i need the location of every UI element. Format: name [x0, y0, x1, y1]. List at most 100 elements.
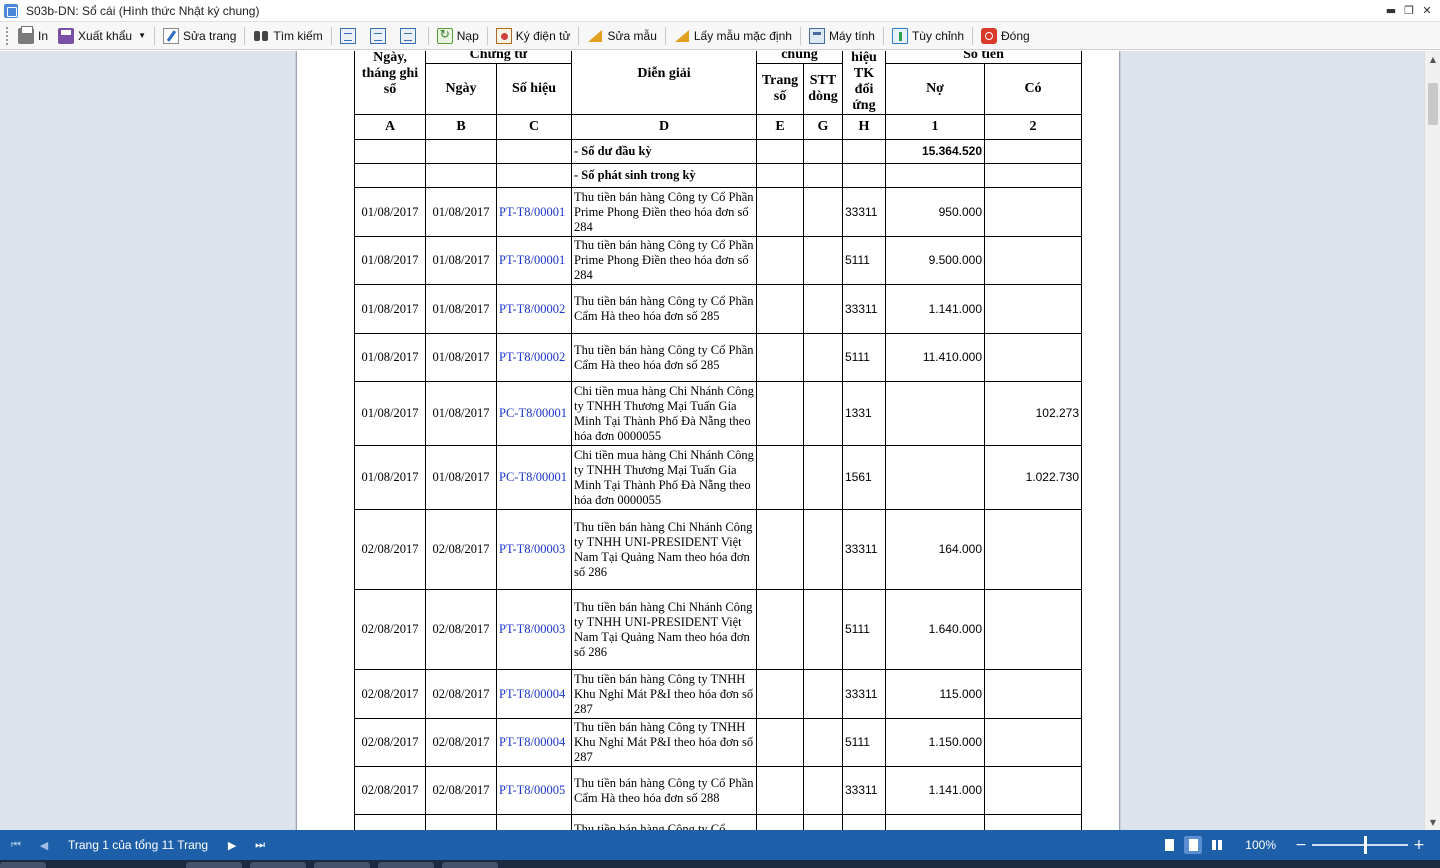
voucher-number-link[interactable]: PT-T8/00003	[496, 509, 572, 590]
taskbar-item[interactable]	[442, 862, 498, 868]
line-number-cell	[803, 509, 843, 590]
posting-date-cell: 01/08/2017	[354, 187, 426, 237]
single-page-button[interactable]	[365, 25, 395, 47]
voucher-number-link[interactable]: PC-T8/00001	[496, 445, 572, 510]
credit-amount-cell	[984, 187, 1082, 237]
contra-account-cell: 5111	[842, 718, 886, 767]
taskbar-item[interactable]	[378, 862, 434, 868]
first-page-icon[interactable]: ⏮	[8, 837, 24, 853]
page-number-cell	[756, 509, 804, 590]
contra-account-header: hiệu TK đối ứng	[842, 51, 886, 115]
line-number-cell	[803, 589, 843, 670]
column-code: 2	[984, 114, 1082, 140]
ledger-row: 02/08/2017 02/08/2017 PT-T8/00005 Thu tiền …	[354, 766, 1082, 815]
voucher-number-link[interactable]: PT-T8/00002	[496, 284, 572, 334]
description-cell: Chi tiền mua hàng Chi Nhánh Công ty TNHH…	[571, 445, 757, 510]
close-label: Đóng	[1001, 28, 1030, 43]
export-button[interactable]: Xuất khẩu ▼	[53, 25, 151, 47]
opening-balance-row: - Số dư đầu kỳ 15.364.520	[354, 139, 1082, 164]
minimize-icon[interactable]: ▬	[1382, 2, 1400, 18]
period-activity-row: - Số phát sinh trong kỳ	[354, 163, 1082, 188]
default-template-label: Lấy mẫu mặc định	[693, 28, 792, 43]
zoom-in-icon[interactable]: +	[1412, 837, 1426, 853]
debit-amount-cell: 1.141.000	[885, 766, 985, 815]
taskbar-item[interactable]	[314, 862, 370, 868]
vertical-scrollbar[interactable]: ▲ ▼	[1424, 51, 1440, 830]
voucher-number-link[interactable]: PT-T8/00002	[496, 333, 572, 382]
taskbar-item[interactable]	[0, 862, 46, 868]
report-viewer[interactable]: Ngày, tháng ghi sổ Chứng từ Diễn giải ch…	[0, 51, 1424, 830]
edit-template-button[interactable]: Sửa mẫu	[582, 25, 661, 47]
calculator-button[interactable]: Máy tính	[804, 25, 880, 47]
line-number-cell	[803, 236, 843, 285]
taskbar-item[interactable]	[186, 862, 242, 868]
voucher-date-cell: 01/08/2017	[425, 284, 497, 334]
zoom-slider[interactable]	[1312, 836, 1408, 854]
search-button[interactable]: Tìm kiếm	[248, 25, 327, 47]
sign-button[interactable]: Ký điện tử	[491, 25, 576, 47]
close-button[interactable]: Đóng	[976, 25, 1035, 47]
previous-page-icon[interactable]: ◀	[36, 837, 52, 853]
toolbar-separator	[578, 26, 580, 45]
scroll-up-icon[interactable]: ▲	[1425, 51, 1440, 67]
last-page-icon[interactable]: ⏭	[252, 837, 268, 853]
credit-amount-cell	[984, 766, 1082, 815]
printer-icon	[18, 25, 34, 44]
digital-sign-icon	[495, 27, 512, 44]
voucher-number-link[interactable]: PT-T8/00004	[496, 669, 572, 719]
contra-account-cell	[842, 814, 886, 830]
description-cell: Thu tiền bán hàng Chi Nhánh Công ty TNHH…	[571, 589, 757, 670]
debit-amount-cell: 1.150.000	[885, 718, 985, 767]
credit-amount-cell	[984, 509, 1082, 590]
ledger-row: 01/08/2017 01/08/2017 PC-T8/00001 Chi tiền …	[354, 381, 1082, 446]
edit-page-button[interactable]: Sửa trang	[158, 25, 241, 47]
contra-account-cell: 33311	[842, 766, 886, 815]
opening-balance-debit: 15.364.520	[885, 139, 985, 164]
load-button[interactable]: Nạp	[432, 25, 484, 47]
voucher-number-link[interactable]: PT-T8/00004	[496, 718, 572, 767]
column-code: D	[571, 114, 757, 140]
single-page-view-icon[interactable]	[1160, 836, 1178, 854]
zoom-slider-knob[interactable]	[1364, 836, 1367, 854]
voucher-number-link[interactable]: PT-T8/00003	[496, 589, 572, 670]
edit-page-label: Sửa trang	[182, 28, 237, 43]
customize-button[interactable]: Tùy chỉnh	[887, 25, 969, 47]
voucher-date-cell: 02/08/2017	[425, 589, 497, 670]
scroll-thumb[interactable]	[1428, 83, 1438, 125]
default-template-button[interactable]: Lấy mẫu mặc định	[669, 25, 797, 47]
voucher-number-link[interactable]	[496, 814, 572, 830]
zoom-out-icon[interactable]: −	[1294, 837, 1308, 853]
multi-page-view-icon[interactable]	[1208, 836, 1226, 854]
contra-account-cell: 33311	[842, 187, 886, 237]
restore-icon[interactable]: ❐	[1400, 2, 1418, 18]
continuous-view-icon[interactable]	[1184, 836, 1203, 854]
page-setup-button[interactable]	[335, 25, 365, 47]
dropdown-arrow-icon[interactable]: ▼	[138, 31, 146, 40]
credit-amount-cell	[984, 718, 1082, 767]
column-code: H	[842, 114, 886, 140]
contra-account-cell: 33311	[842, 669, 886, 719]
page-width-button[interactable]	[395, 25, 425, 47]
scroll-down-icon[interactable]: ▼	[1425, 814, 1440, 830]
toolbar-separator	[882, 26, 884, 45]
posting-date-cell: 01/08/2017	[354, 284, 426, 334]
close-icon[interactable]: ✕	[1418, 2, 1436, 18]
voucher-number-link[interactable]: PT-T8/00005	[496, 766, 572, 815]
column-code: C	[496, 114, 572, 140]
default-template-icon	[674, 28, 690, 44]
voucher-number-link[interactable]: PC-T8/00001	[496, 381, 572, 446]
posting-date-cell: 01/08/2017	[354, 236, 426, 285]
page-number-cell	[756, 589, 804, 670]
general-ledger-table: Ngày, tháng ghi sổ Chứng từ Diễn giải ch…	[354, 51, 1082, 830]
credit-amount-cell: 102.273	[984, 381, 1082, 446]
os-taskbar	[0, 860, 1440, 868]
voucher-number-link[interactable]: PT-T8/00001	[496, 236, 572, 285]
app-icon	[4, 3, 18, 18]
print-button[interactable]: In	[13, 25, 53, 47]
next-page-icon[interactable]: ▶	[224, 837, 240, 853]
taskbar-item[interactable]	[250, 862, 306, 868]
toolbar-grip[interactable]	[6, 26, 9, 45]
debit-amount-cell: 9.500.000	[885, 236, 985, 285]
line-number-cell	[803, 445, 843, 510]
voucher-number-link[interactable]: PT-T8/00001	[496, 187, 572, 237]
